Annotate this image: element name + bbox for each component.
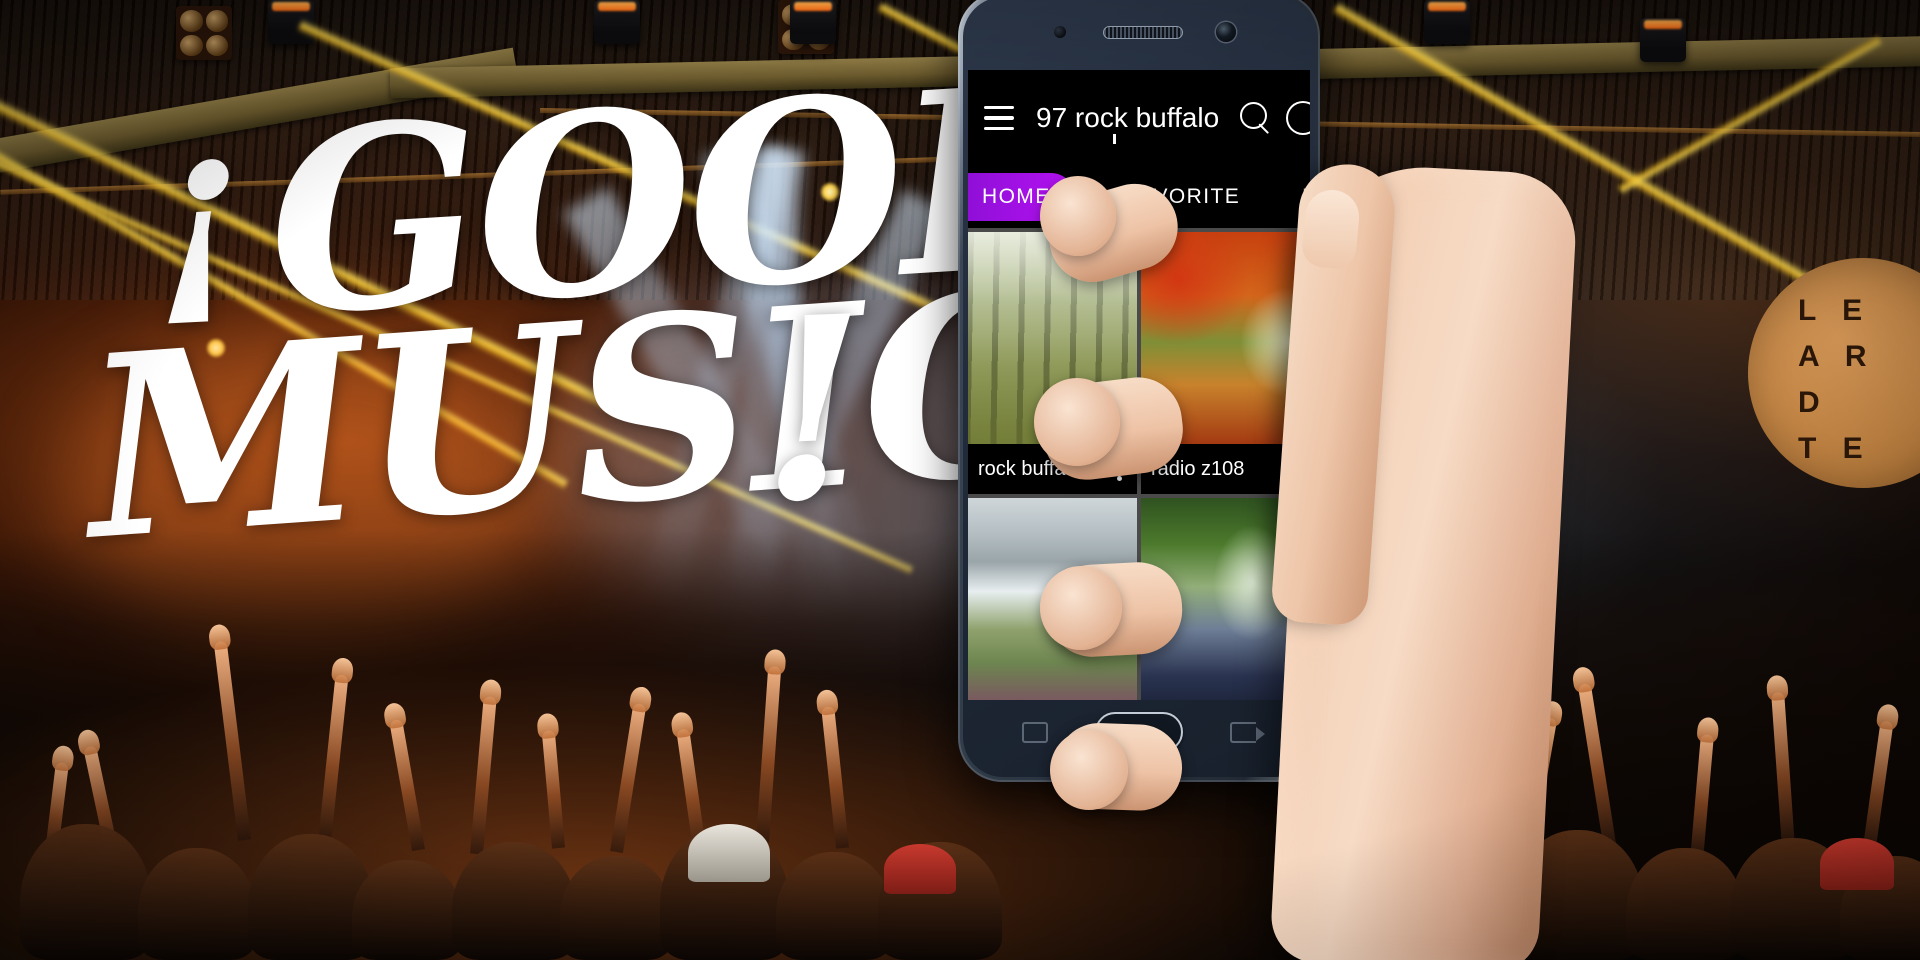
crowd-head — [138, 848, 256, 960]
search-icon[interactable] — [1238, 101, 1272, 135]
circle-icon[interactable] — [1286, 101, 1310, 135]
poster-canvas: L E A R D T E ¡ GOOD MUSIC ! 97 rock buf… — [0, 0, 1920, 960]
back-icon[interactable] — [1230, 722, 1265, 743]
crowd-head — [352, 860, 462, 960]
station-grid: rock buffalo radio z108 ssic hits 104... — [968, 228, 1310, 700]
moving-head-light — [594, 0, 640, 44]
station-thumbnail — [968, 498, 1137, 700]
crowd-cap — [1820, 838, 1894, 890]
kebab-menu-icon[interactable] — [1111, 457, 1133, 481]
tab-favorite[interactable]: FAVORITE — [1123, 185, 1245, 209]
proximity-sensor-icon — [1054, 26, 1066, 38]
moving-head-light — [1424, 0, 1470, 44]
home-button-icon[interactable] — [1095, 712, 1183, 752]
station-label-row: radio z108 — [1141, 444, 1310, 494]
android-navigation-bar — [968, 704, 1310, 770]
app-title: 97 rock buffalo — [1036, 102, 1220, 133]
crowd-cap — [884, 844, 956, 894]
station-card[interactable]: radio z108 — [1141, 232, 1310, 494]
app-header-bar: 97 rock buffalo — [968, 70, 1310, 166]
venue-sign-line-2: A R D — [1798, 340, 1876, 419]
moving-head-light — [790, 0, 836, 44]
front-camera-icon — [1216, 22, 1236, 42]
earpiece-speaker-icon — [1103, 26, 1183, 39]
venue-sign-line-1: L E — [1798, 294, 1872, 327]
crowd-head — [776, 852, 892, 960]
hamburger-menu-icon[interactable] — [984, 106, 1014, 130]
crowd-head — [560, 856, 672, 960]
crowd-cap — [1386, 832, 1462, 886]
station-card[interactable]: rock buffalo — [968, 232, 1137, 494]
venue-sign-line-3: T E — [1798, 432, 1872, 465]
station-card[interactable]: ssic hits 104... — [968, 498, 1137, 700]
light-flare — [206, 338, 226, 358]
tab-home[interactable]: HOME — [968, 173, 1075, 221]
app-screen: 97 rock buffalo HOME FAVORITE RECENT roc… — [968, 70, 1310, 700]
station-title: rock buffalo — [978, 457, 1082, 480]
station-thumbnail — [1141, 232, 1310, 444]
tab-bar: HOME FAVORITE RECENT — [968, 166, 1310, 228]
crowd-head — [1626, 848, 1744, 960]
moving-head-light — [1640, 18, 1686, 62]
recents-icon[interactable] — [1022, 722, 1048, 743]
moving-head-light — [268, 0, 314, 44]
smartphone-device: 97 rock buffalo HOME FAVORITE RECENT roc… — [958, 0, 1320, 782]
light-flare — [820, 182, 840, 202]
tab-recent[interactable]: RECENT — [1298, 185, 1310, 209]
station-thumbnail — [1141, 498, 1310, 700]
station-card[interactable]: 103.3 the edge — [1141, 498, 1310, 700]
station-label-row: rock buffalo — [968, 444, 1137, 494]
station-title: radio z108 — [1151, 457, 1245, 480]
par-can-light — [176, 6, 232, 60]
station-thumbnail — [968, 232, 1137, 444]
venue-sign-text: L E A R D T E — [1798, 288, 1918, 472]
crowd-cap — [688, 824, 770, 882]
phone-top-bezel — [958, 0, 1320, 64]
title-underline-tick — [1113, 134, 1116, 144]
